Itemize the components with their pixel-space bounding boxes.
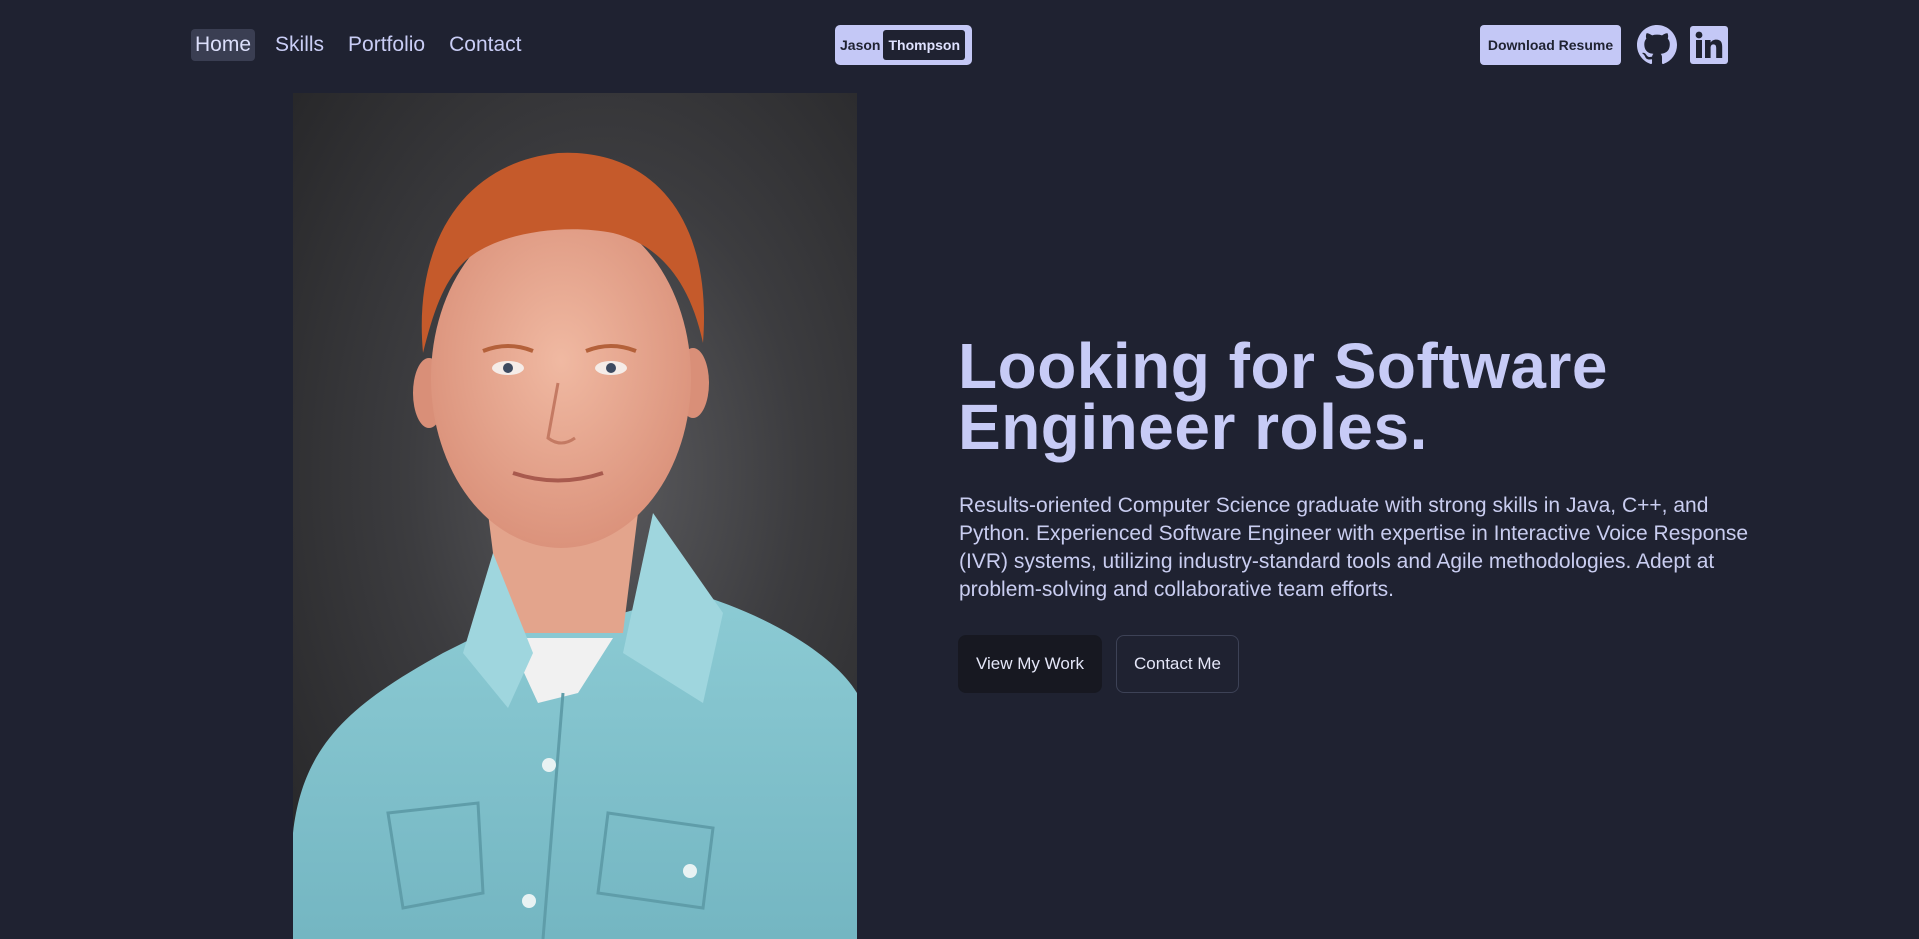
hero-title: Looking for Software Engineer roles.: [958, 330, 1608, 463]
page: Home Skills Portfolio Contact Jason Thom…: [0, 0, 1919, 939]
github-icon[interactable]: [1637, 25, 1677, 65]
download-resume-button[interactable]: Download Resume: [1480, 25, 1621, 65]
hero-description: Results-oriented Computer Science gradua…: [959, 494, 1749, 601]
name-last: Thompson: [883, 30, 966, 60]
cta-row: View My Work Contact Me: [958, 635, 1239, 693]
name-first: Jason: [840, 37, 881, 53]
linkedin-icon[interactable]: [1690, 26, 1728, 64]
name-logo[interactable]: Jason Thompson: [835, 25, 972, 65]
nav-contact[interactable]: Contact: [445, 29, 525, 61]
view-my-work-button[interactable]: View My Work: [958, 635, 1103, 693]
contact-me-button[interactable]: Contact Me: [1116, 635, 1239, 693]
nav-skills[interactable]: Skills: [271, 29, 328, 61]
nav-portfolio[interactable]: Portfolio: [344, 29, 429, 61]
nav-home[interactable]: Home: [191, 29, 256, 61]
main-nav: Home Skills Portfolio Contact: [191, 29, 525, 61]
portrait-photo: [293, 93, 857, 939]
portrait-illustration: [293, 152, 857, 939]
